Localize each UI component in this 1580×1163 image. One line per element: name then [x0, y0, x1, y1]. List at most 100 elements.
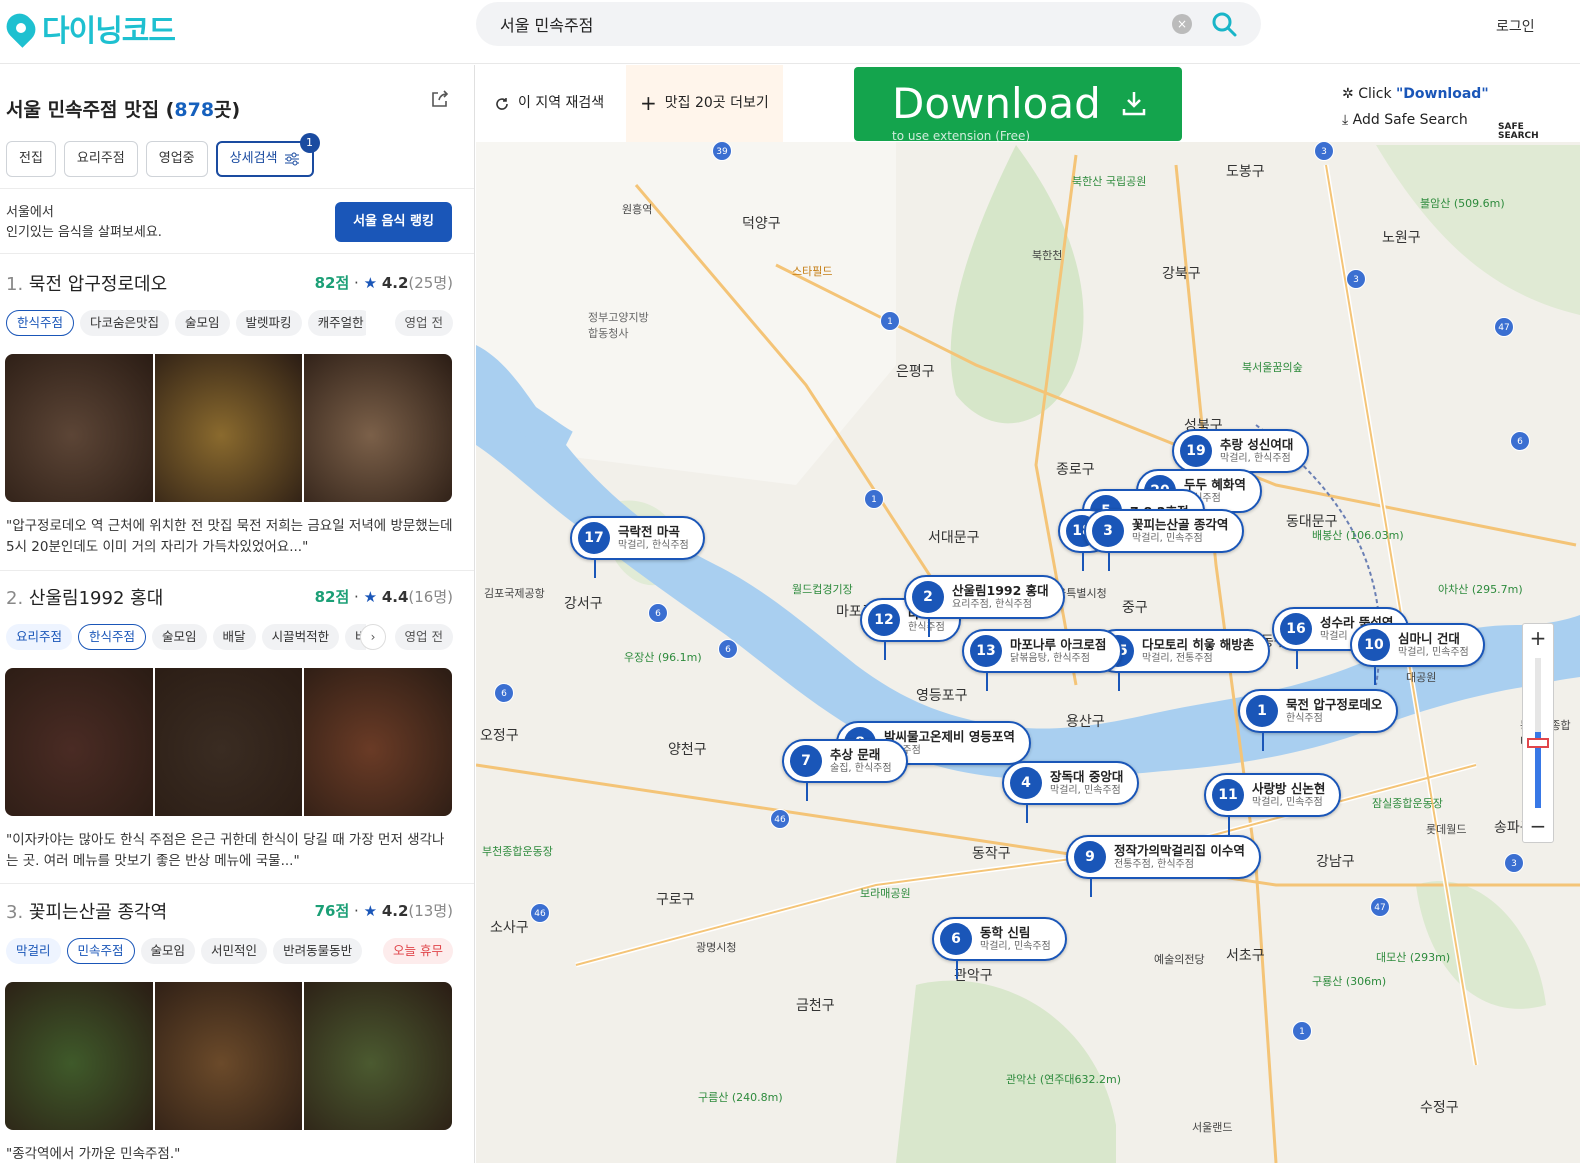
- result-sidebar: 서울 민속주점 맛집 (878곳) 전집 요리주점 영업중 상세검색 1 서울에…: [0, 65, 475, 1163]
- marker-subtitle: 닭볶음탕, 한식주점: [1010, 653, 1090, 664]
- marker-number: 16: [1280, 613, 1312, 645]
- marker-number: 11: [1212, 779, 1244, 811]
- map-marker[interactable]: 1 묵전 압구정로데오 한식주점: [1238, 689, 1399, 751]
- logo[interactable]: 다이닝코드: [1, 6, 176, 50]
- review-quote[interactable]: "종각역에서 가까운 민속주점.": [6, 1144, 456, 1163]
- tag[interactable]: 반려동물동반: [273, 938, 363, 964]
- mountain-label: 배봉산 (106.03m): [1312, 529, 1404, 542]
- review-count: (25명): [408, 274, 453, 292]
- zoom-handle[interactable]: [1527, 738, 1549, 748]
- food-photo[interactable]: [5, 982, 153, 1130]
- marker-title: 산울림1992 홍대: [952, 583, 1049, 598]
- photo-strip[interactable]: [5, 668, 452, 816]
- marker-title: 추상 문래: [830, 747, 881, 762]
- filter-yorijujeom[interactable]: 요리주점: [63, 141, 138, 177]
- map-marker[interactable]: 4 장독대 중앙대 막걸리, 민속주점: [1002, 761, 1140, 823]
- mountain-label: 구름산 (240.8m): [698, 1091, 783, 1104]
- road-shield: 6: [1510, 431, 1530, 451]
- restaurant-item[interactable]: 1. 묵전 압구정로데오 82점 · ★ 4.2(25명) 한식주점 다코숨은맛…: [0, 270, 474, 580]
- marker-number: 3: [1092, 515, 1124, 547]
- tag[interactable]: 시끌벅적한: [261, 624, 340, 650]
- tag[interactable]: 캐주얼한: [307, 310, 366, 336]
- download-button[interactable]: Download to use extension (Free): [854, 67, 1182, 143]
- food-photo[interactable]: [304, 668, 452, 816]
- advanced-search-button[interactable]: 상세검색 1: [215, 133, 320, 177]
- district-label: 수정구: [1420, 1100, 1459, 1116]
- place-label: 북한천: [1032, 249, 1063, 262]
- sliders-icon: [284, 152, 299, 166]
- food-photo[interactable]: [304, 982, 452, 1130]
- food-photo[interactable]: [154, 668, 303, 816]
- marker-number: 12: [868, 604, 900, 636]
- tag[interactable]: 한식주점: [6, 310, 75, 336]
- score-block: 76점 · ★ 4.2(13명): [314, 902, 453, 920]
- rating: 4.4: [381, 588, 409, 606]
- district-label: 노원구: [1382, 230, 1421, 246]
- extension-hint: ✲ Click "Download" ⤓ Add Safe Search: [1342, 81, 1489, 133]
- search-input[interactable]: [500, 2, 1140, 46]
- review-quote[interactable]: "이자카야는 많아도 한식 주점은 은근 귀한데 한식이 당길 때 가장 먼저 …: [6, 830, 456, 872]
- divider: [0, 883, 474, 884]
- map-marker[interactable]: 7 추상 문래 술집, 한식주점: [782, 739, 908, 801]
- chevron-right-icon[interactable]: ›: [360, 624, 386, 650]
- tag[interactable]: 막걸리: [6, 938, 61, 964]
- tag[interactable]: 술모임: [140, 938, 196, 964]
- tag[interactable]: 술모임: [175, 310, 230, 336]
- search-icon[interactable]: [1210, 10, 1238, 38]
- banner-line2: 인기있는 음식을 살펴보세요.: [6, 225, 162, 240]
- tag[interactable]: 서민적인: [201, 938, 268, 964]
- plus-icon: +: [640, 91, 657, 115]
- photo-strip[interactable]: [5, 982, 452, 1130]
- tag[interactable]: 민속주점: [66, 938, 135, 964]
- map-marker[interactable]: 6 동학 신림 막걸리, 민속주점: [932, 917, 1067, 979]
- restaurant-item[interactable]: 3. 꽃피는산골 종각역 76점 · ★ 4.2(13명) 막걸리 민속주점 술…: [0, 898, 474, 1163]
- map-marker[interactable]: 11 사랑방 신논현 막걸리, 민속주점: [1204, 773, 1342, 835]
- photo-strip[interactable]: [5, 354, 452, 502]
- place-label: 대공원: [1406, 671, 1437, 684]
- food-photo[interactable]: [154, 982, 303, 1130]
- filter-jeonjip[interactable]: 전집: [6, 141, 56, 177]
- food-photo[interactable]: [304, 354, 452, 502]
- load-more-button[interactable]: + 맛집 20곳 더보기: [626, 65, 783, 142]
- tag[interactable]: 배달: [212, 624, 256, 650]
- map-view[interactable]: 도봉구 덕양구 노원구 강북구 은평구 성북구 종로구 서대문구 동대문구 중구…: [476, 65, 1580, 1163]
- place-label: 잠실종합운동장: [1372, 797, 1443, 810]
- tag[interactable]: 요리주점: [6, 624, 73, 650]
- tag[interactable]: 다코숨은맛집: [80, 310, 170, 336]
- map-marker[interactable]: 9 정작가의막걸리집 이수역 전통주점, 한식주점: [1066, 835, 1261, 897]
- restaurant-name[interactable]: 1. 묵전 압구정로데오: [6, 270, 167, 296]
- food-photo[interactable]: [154, 354, 303, 502]
- filter-open-now[interactable]: 영업중: [145, 141, 208, 177]
- map-marker[interactable]: 2 산울림1992 홍대 요리주점, 한식주점: [904, 575, 1065, 637]
- ranking-banner-text: 서울에서 인기있는 음식을 살펴보세요.: [6, 203, 162, 243]
- research-area-button[interactable]: 이 지역 재검색: [494, 65, 604, 142]
- food-photo[interactable]: [5, 354, 153, 502]
- login-link[interactable]: 로그인: [1496, 16, 1535, 36]
- map-marker[interactable]: 19 추랑 성신여대 막걸리, 한식주점: [1172, 429, 1310, 491]
- zoom-out-button[interactable]: −: [1523, 812, 1553, 840]
- place-label: 롯데월드: [1426, 823, 1467, 836]
- map-marker[interactable]: 10 심마니 건대 막걸리, 민속주점: [1350, 623, 1485, 685]
- review-quote[interactable]: "압구정로데오 역 근처에 위치한 전 맛집 묵전 저희는 금요일 저녁에 방문…: [6, 516, 456, 558]
- road-shield: 6: [718, 639, 738, 659]
- tag[interactable]: 발렛파킹: [235, 310, 302, 336]
- zoom-in-button[interactable]: +: [1523, 624, 1553, 652]
- rank-number: 1.: [6, 274, 24, 295]
- share-icon[interactable]: [430, 89, 450, 109]
- map-marker[interactable]: 3 꽃피는산골 종각역 막걸리, 민속주점: [1084, 509, 1245, 571]
- food-photo[interactable]: [5, 668, 153, 816]
- clear-search-button[interactable]: ×: [1172, 14, 1192, 34]
- map-marker[interactable]: 17 극락전 마곡 막걸리, 한식주점: [570, 516, 705, 578]
- map-marker[interactable]: 13 마포나루 아크로점 닭볶음탕, 한식주점: [962, 629, 1123, 691]
- restaurant-item[interactable]: 2. 산울림1992 홍대 82점 · ★ 4.4(16명) 요리주점 한식주점…: [0, 584, 474, 894]
- restaurant-name[interactable]: 2. 산울림1992 홍대: [6, 584, 163, 610]
- mountain-label: 관악산 (연주대632.2m): [1006, 1073, 1122, 1086]
- tag[interactable]: 한식주점: [78, 624, 147, 650]
- district-label: 동작구: [972, 846, 1011, 862]
- restaurant-name[interactable]: 3. 꽃피는산골 종각역: [6, 898, 167, 924]
- marker-number: 6: [940, 923, 972, 955]
- seoul-ranking-button[interactable]: 서울 음식 랭킹: [335, 202, 452, 242]
- tag[interactable]: 술모임: [152, 624, 207, 650]
- place-label: 서울랜드: [1192, 1121, 1233, 1134]
- tag-list: 막걸리 민속주점 술모임 서민적인 반려동물동반: [6, 938, 366, 964]
